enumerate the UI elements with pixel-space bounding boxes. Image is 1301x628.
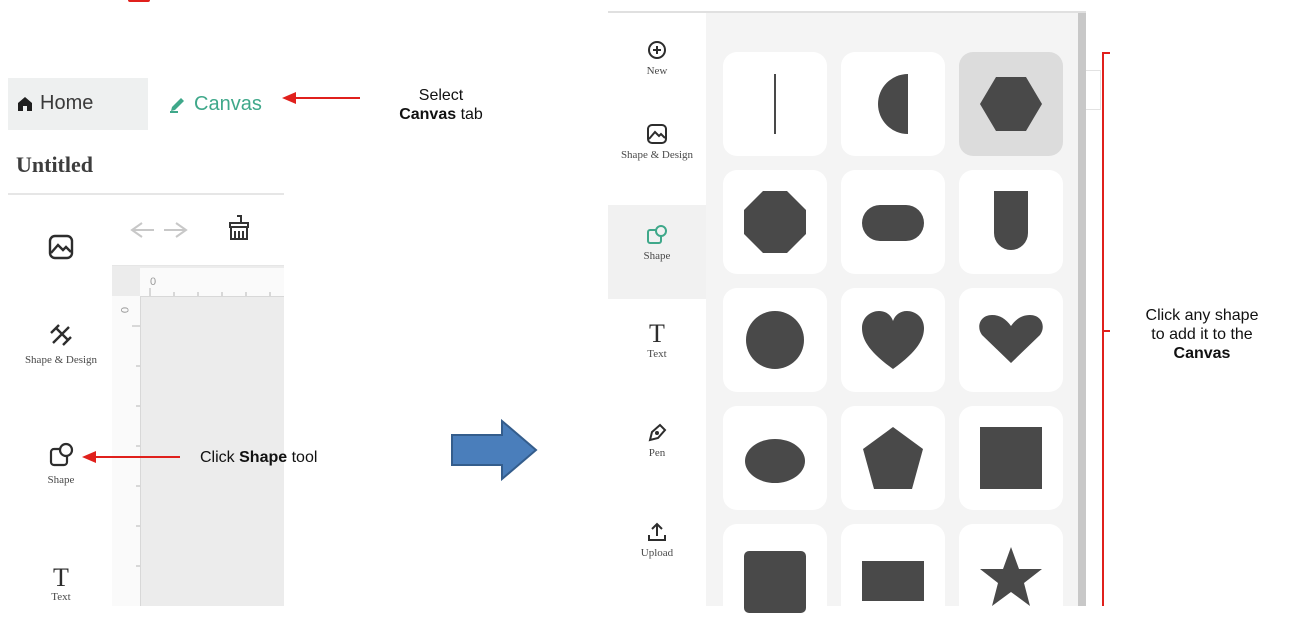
octagon-shape-icon	[744, 191, 806, 253]
heart-shape-icon	[862, 311, 924, 369]
shape-circle[interactable]	[723, 288, 827, 392]
ruler-h-ticks	[149, 288, 271, 296]
annotation-click-any-shape: Click any shape to add it to the Canvas	[1112, 306, 1292, 363]
heading-fragment	[128, 0, 150, 2]
horizontal-ruler: 0	[140, 268, 284, 297]
nav-item-shape[interactable]: Shape	[608, 205, 706, 299]
scrollbar[interactable]	[1078, 13, 1086, 606]
nav-label: New	[646, 65, 668, 77]
sidebar-item-label: Shape	[47, 474, 75, 486]
annotation-bold: Shape	[239, 449, 288, 466]
nav-item-shape-design[interactable]: Shape & Design	[608, 122, 706, 161]
design-icon	[50, 324, 72, 346]
redo-icon	[164, 222, 188, 238]
bracket-annotation	[1102, 52, 1110, 606]
ellipse-shape-icon	[745, 439, 805, 483]
pencil-icon	[170, 98, 184, 113]
home-icon	[18, 96, 32, 111]
circle-shape-icon	[746, 311, 804, 369]
nav-item-pen[interactable]: Pen	[608, 420, 706, 459]
sidebar-item-shape-design[interactable]: Shape & Design	[16, 320, 106, 366]
nav-label: Shape & Design	[620, 149, 694, 161]
undo-redo-icons[interactable]	[124, 218, 194, 242]
image-icon	[48, 234, 74, 260]
tab-canvas[interactable]: Canvas	[148, 78, 284, 130]
nav-item-upload[interactable]: Upload	[608, 520, 706, 559]
bracket-tick	[1102, 330, 1110, 332]
shape-hexagon[interactable]	[959, 52, 1063, 156]
shape-icon	[49, 442, 74, 467]
annotation-line: tab	[460, 106, 483, 123]
scroll-thumb[interactable]	[1086, 70, 1101, 110]
text-icon: T	[649, 319, 665, 348]
rectangle-shape-icon	[862, 561, 924, 601]
panel-nav	[608, 13, 706, 606]
document-title[interactable]: Untitled	[16, 152, 93, 178]
text-icon: T	[53, 563, 69, 592]
transition-arrow-icon	[451, 418, 538, 482]
ruler-v-zero: 0	[118, 306, 131, 314]
plus-circle-icon	[648, 41, 666, 59]
shape-heart-wide[interactable]	[959, 288, 1063, 392]
annotation-bold: Canvas	[1173, 345, 1231, 362]
star-shape-icon	[980, 547, 1042, 606]
annotation-click-shape: Click Shape tool	[200, 448, 317, 467]
sidebar-item-label: Shape & Design	[24, 354, 98, 366]
annotation-line: to add it to the	[1151, 326, 1253, 343]
shape-arch[interactable]	[959, 170, 1063, 274]
undo-icon	[130, 222, 154, 238]
arch-shape-icon	[994, 191, 1028, 250]
sidebar-item-text[interactable]: T Text	[16, 563, 106, 604]
pentagon-shape-icon	[863, 427, 923, 489]
nav-label: Upload	[640, 547, 674, 559]
tab-home[interactable]: Home	[16, 92, 93, 115]
nav-label: Shape	[643, 250, 671, 262]
shape-rounded-rectangle[interactable]	[841, 170, 945, 274]
sidebar-item-label: Text	[51, 591, 71, 603]
image-icon	[647, 124, 667, 144]
nav-label: Pen	[648, 447, 666, 459]
tab-home-label: Home	[40, 92, 94, 114]
red-arrow-canvas	[282, 92, 360, 104]
annotation-select-canvas: Select Canvas tab	[356, 86, 526, 124]
rounded-square-shape-icon	[744, 551, 806, 613]
shape-heart[interactable]	[841, 288, 945, 392]
nav-item-text[interactable]: T Text	[608, 319, 706, 361]
shape-pentagon[interactable]	[841, 406, 945, 510]
annotation-bold: Canvas	[399, 106, 457, 123]
shape-ellipse[interactable]	[723, 406, 827, 510]
sidebar-item-image[interactable]	[16, 232, 106, 266]
square-shape-icon	[980, 427, 1042, 489]
annotation-line: Select	[418, 87, 464, 104]
annotation-line: tool	[291, 449, 318, 466]
nav-item-new[interactable]: New	[608, 38, 706, 77]
shape-rounded-square[interactable]	[723, 524, 827, 628]
shape-square[interactable]	[959, 406, 1063, 510]
cleanup-icon[interactable]	[226, 214, 252, 242]
heart-wide-shape-icon	[979, 315, 1043, 363]
line-shape-icon	[774, 74, 776, 134]
pen-icon	[648, 423, 667, 442]
half-circle-shape-icon	[878, 74, 908, 134]
shape-octagon[interactable]	[723, 170, 827, 274]
tab-canvas-label: Canvas	[194, 92, 262, 115]
shape-rectangle[interactable]	[841, 524, 945, 628]
shape-half-circle[interactable]	[841, 52, 945, 156]
shape-star[interactable]	[959, 524, 1063, 628]
annotation-line: Click any shape	[1145, 307, 1259, 324]
annotation-line: Click	[200, 449, 235, 466]
nav-label: Text	[647, 348, 667, 360]
upload-icon	[648, 522, 666, 541]
hexagon-shape-icon	[980, 77, 1042, 131]
shape-line[interactable]	[723, 52, 827, 156]
shape-icon	[647, 225, 667, 244]
red-arrow-shape	[82, 451, 180, 463]
rounded-rectangle-shape-icon	[862, 205, 924, 241]
